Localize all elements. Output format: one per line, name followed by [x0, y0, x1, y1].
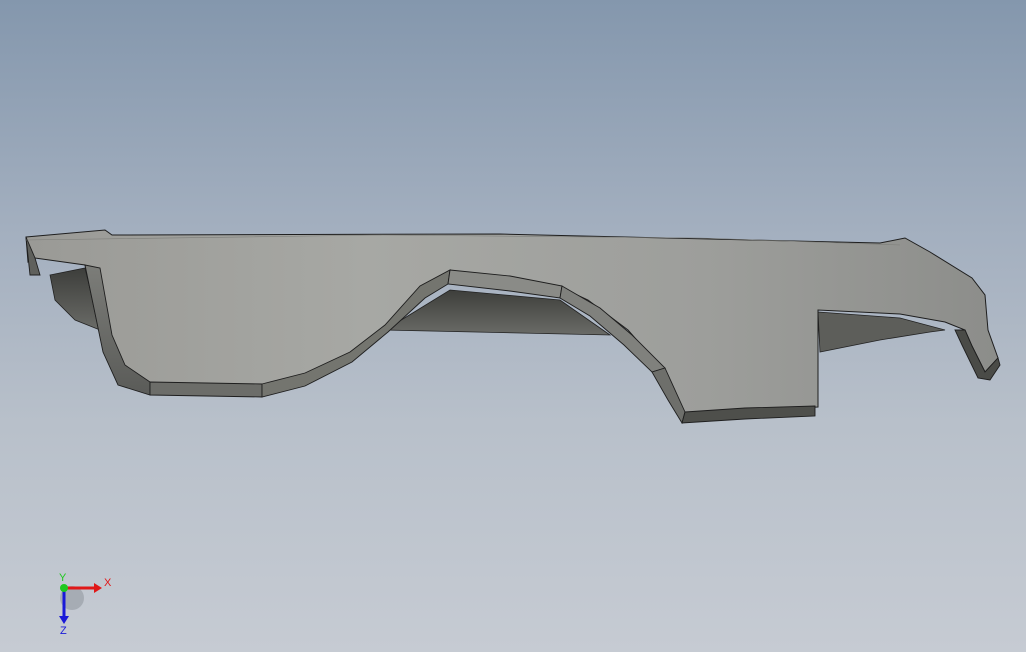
y-axis-dot	[60, 584, 68, 592]
z-axis-label: Z	[60, 625, 67, 636]
edge-band-left-bottom	[149, 381, 263, 398]
3d-part-model[interactable]	[0, 0, 1026, 652]
coordinate-triad: X Y Z	[59, 572, 112, 636]
graphics-viewport[interactable]: X Y Z	[0, 0, 1026, 652]
x-axis-label: X	[104, 577, 112, 589]
z-axis-arrow	[59, 616, 69, 624]
y-axis-label: Y	[59, 572, 67, 584]
x-axis-arrow	[94, 583, 102, 593]
